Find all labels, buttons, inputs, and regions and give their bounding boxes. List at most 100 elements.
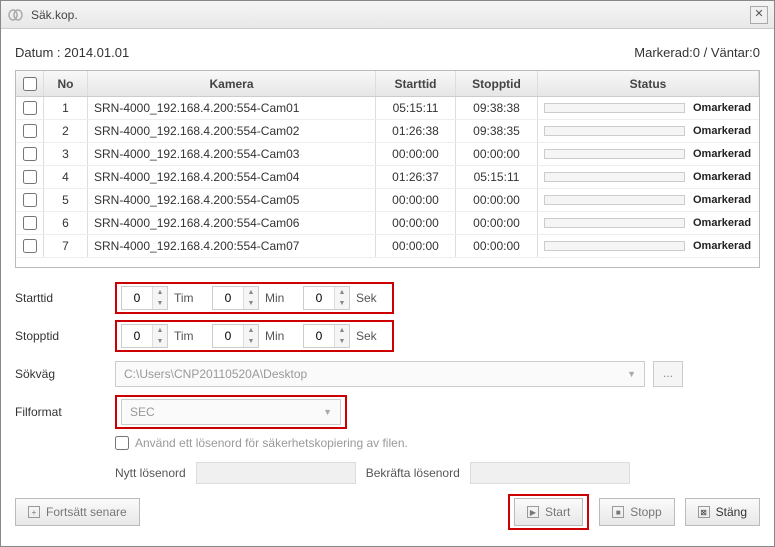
format-combo[interactable]: SEC ▼ <box>121 399 341 425</box>
row-stoptime: 00:00:00 <box>456 235 538 257</box>
progress-bar <box>544 103 685 113</box>
status-text: Omarkerad <box>693 217 753 229</box>
row-status: Omarkerad <box>538 148 759 160</box>
stop-button[interactable]: ■ Stopp <box>599 498 674 526</box>
content: Datum : 2014.01.01 Markerad:0 / Väntar:0… <box>1 29 774 518</box>
row-stoptime: 00:00:00 <box>456 189 538 211</box>
row-checkbox[interactable] <box>16 166 44 188</box>
status-text: Omarkerad <box>693 102 753 114</box>
row-camera: SRN-4000_192.168.4.200:554-Cam01 <box>88 97 376 119</box>
table-row[interactable]: 2SRN-4000_192.168.4.200:554-Cam0201:26:3… <box>16 120 759 143</box>
row-starttime: 00:00:00 <box>376 143 456 165</box>
spinner-down-icon[interactable]: ▼ <box>244 298 258 309</box>
start-sec-spinner[interactable]: ▲▼ <box>303 286 350 310</box>
format-value: SEC <box>130 405 155 419</box>
status-text: Omarkerad <box>693 148 753 160</box>
table-row[interactable]: 5SRN-4000_192.168.4.200:554-Cam0500:00:0… <box>16 189 759 212</box>
window-title: Säk.kop. <box>31 8 750 22</box>
play-icon: ▶ <box>527 506 539 518</box>
new-password-label: Nytt lösenord <box>115 466 186 480</box>
start-hour-spinner[interactable]: ▲▼ <box>121 286 168 310</box>
spinner-up-icon[interactable]: ▲ <box>153 287 167 298</box>
row-status: Omarkerad <box>538 171 759 183</box>
spinner-down-icon[interactable]: ▼ <box>335 298 349 309</box>
spinner-down-icon[interactable]: ▼ <box>335 336 349 347</box>
row-status: Omarkerad <box>538 217 759 229</box>
spinner-up-icon[interactable]: ▲ <box>244 325 258 336</box>
table-header: No Kamera Starttid Stopptid Status <box>16 71 759 97</box>
header-no[interactable]: No <box>44 71 88 96</box>
table-row[interactable]: 7SRN-4000_192.168.4.200:554-Cam0700:00:0… <box>16 235 759 258</box>
spinner-down-icon[interactable]: ▼ <box>244 336 258 347</box>
path-combo[interactable]: C:\Users\CNP20110520A\Desktop ▼ <box>115 361 645 387</box>
row-camera: SRN-4000_192.168.4.200:554-Cam07 <box>88 235 376 257</box>
form-area: Starttid ▲▼ Tim ▲▼ Min ▲▼ Sek Stopptid <box>15 284 760 484</box>
camera-table: No Kamera Starttid Stopptid Status 1SRN-… <box>15 70 760 268</box>
stop-icon: ■ <box>612 506 624 518</box>
row-starttime: 01:26:38 <box>376 120 456 142</box>
row-no: 4 <box>44 166 88 188</box>
use-password-checkbox[interactable] <box>115 436 129 450</box>
use-password-label: Använd ett lösenord för säkerhetskopieri… <box>135 436 408 450</box>
row-status: Omarkerad <box>538 125 759 137</box>
table-row[interactable]: 4SRN-4000_192.168.4.200:554-Cam0401:26:3… <box>16 166 759 189</box>
row-no: 5 <box>44 189 88 211</box>
browse-button[interactable]: ... <box>653 361 683 387</box>
row-checkbox[interactable] <box>16 235 44 257</box>
header-starttime[interactable]: Starttid <box>376 71 456 96</box>
row-no: 1 <box>44 97 88 119</box>
new-password-input[interactable] <box>196 462 356 484</box>
row-camera: SRN-4000_192.168.4.200:554-Cam03 <box>88 143 376 165</box>
row-checkbox[interactable] <box>16 97 44 119</box>
row-stoptime: 00:00:00 <box>456 143 538 165</box>
table-row[interactable]: 1SRN-4000_192.168.4.200:554-Cam0105:15:1… <box>16 97 759 120</box>
path-label: Sökväg <box>15 367 115 381</box>
status-text: Omarkerad <box>693 240 753 252</box>
header-status[interactable]: Status <box>538 71 759 96</box>
spinner-up-icon[interactable]: ▲ <box>335 325 349 336</box>
stop-hour-spinner[interactable]: ▲▼ <box>121 324 168 348</box>
starttime-row: Starttid ▲▼ Tim ▲▼ Min ▲▼ Sek <box>15 284 760 312</box>
table-row[interactable]: 3SRN-4000_192.168.4.200:554-Cam0300:00:0… <box>16 143 759 166</box>
header-camera[interactable]: Kamera <box>88 71 376 96</box>
row-checkbox[interactable] <box>16 120 44 142</box>
row-checkbox[interactable] <box>16 212 44 234</box>
spinner-down-icon[interactable]: ▼ <box>153 298 167 309</box>
plus-icon: + <box>28 506 40 518</box>
stop-sec-spinner[interactable]: ▲▼ <box>303 324 350 348</box>
row-starttime: 01:26:37 <box>376 166 456 188</box>
status-text: Omarkerad <box>693 194 753 206</box>
starttime-label: Starttid <box>15 291 115 305</box>
spinner-down-icon[interactable]: ▼ <box>153 336 167 347</box>
table-body[interactable]: 1SRN-4000_192.168.4.200:554-Cam0105:15:1… <box>16 97 759 268</box>
header-stoptime[interactable]: Stopptid <box>456 71 538 96</box>
start-button[interactable]: ▶ Start <box>514 498 583 526</box>
table-row[interactable]: 6SRN-4000_192.168.4.200:554-Cam0600:00:0… <box>16 212 759 235</box>
close-square-icon: ⊠ <box>698 506 710 518</box>
min-unit: Min <box>265 329 297 343</box>
spinner-up-icon[interactable]: ▲ <box>153 325 167 336</box>
row-starttime: 00:00:00 <box>376 235 456 257</box>
confirm-password-label: Bekräfta lösenord <box>366 466 460 480</box>
row-starttime: 00:00:00 <box>376 189 456 211</box>
chevron-down-icon[interactable]: ▼ <box>323 407 332 417</box>
row-checkbox[interactable] <box>16 143 44 165</box>
close-button[interactable]: ⊠ Stäng <box>685 498 760 526</box>
row-stoptime: 09:38:35 <box>456 120 538 142</box>
chevron-down-icon[interactable]: ▼ <box>627 369 636 379</box>
header-checkbox[interactable] <box>16 71 44 96</box>
row-checkbox[interactable] <box>16 189 44 211</box>
close-icon[interactable]: ✕ <box>750 6 768 24</box>
spinner-up-icon[interactable]: ▲ <box>244 287 258 298</box>
spinner-up-icon[interactable]: ▲ <box>335 287 349 298</box>
confirm-password-input[interactable] <box>470 462 630 484</box>
start-min-spinner[interactable]: ▲▼ <box>212 286 259 310</box>
stop-min-spinner[interactable]: ▲▼ <box>212 324 259 348</box>
format-highlight: SEC ▼ <box>115 395 347 429</box>
row-no: 3 <box>44 143 88 165</box>
row-status: Omarkerad <box>538 194 759 206</box>
row-stoptime: 00:00:00 <box>456 212 538 234</box>
row-camera: SRN-4000_192.168.4.200:554-Cam04 <box>88 166 376 188</box>
row-camera: SRN-4000_192.168.4.200:554-Cam06 <box>88 212 376 234</box>
resume-later-button[interactable]: + Fortsätt senare <box>15 498 140 526</box>
